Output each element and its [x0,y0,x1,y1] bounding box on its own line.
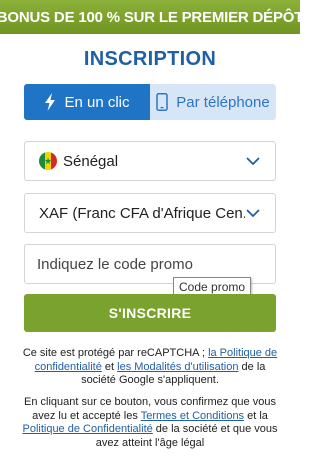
chevron-down-icon [245,153,261,169]
terms-of-use-link[interactable]: les Modalités d'utilisation [117,361,238,373]
recaptcha-text-mid: et [101,360,118,373]
terms-text-mid: et la [244,409,268,422]
company-privacy-policy-link[interactable]: Politique de Confidentialité [22,423,152,435]
country-select-value: Sénégal [63,152,119,170]
bonus-banner-text: BONUS DE 100 % SUR LE PREMIER DÉPÔT [0,8,304,26]
country-select[interactable]: ★ Sénégal [24,141,276,181]
currency-select[interactable]: XAF (Franc CFA d'Afrique Cen... [24,193,276,233]
tab-phone[interactable]: Par téléphone [150,84,276,120]
phone-icon [156,93,169,111]
currency-select-value: XAF (Franc CFA d'Afrique Cen... [39,204,245,222]
recaptcha-notice: Ce site est protégé par reCAPTCHA ; la P… [18,347,282,388]
lightning-icon [44,93,56,111]
chevron-down-icon [245,205,261,221]
tab-phone-label: Par téléphone [176,93,270,111]
bonus-banner: BONUS DE 100 % SUR LE PREMIER DÉPÔT [0,0,304,34]
terms-notice: En cliquant sur ce bouton, vous confirme… [18,396,282,450]
senegal-flag-icon: ★ [39,152,57,170]
recaptcha-text-pre: Ce site est protégé par reCAPTCHA ; [22,347,209,359]
terms-conditions-link[interactable]: Termes et Conditions [141,410,244,422]
registration-method-tabs: En un clic Par téléphone [24,84,276,120]
register-button[interactable]: S'INSCRIRE [24,294,276,332]
tab-one-click-label: En un clic [64,93,130,111]
page-title: INSCRIPTION [83,48,217,70]
tab-one-click[interactable]: En un clic [24,84,150,120]
